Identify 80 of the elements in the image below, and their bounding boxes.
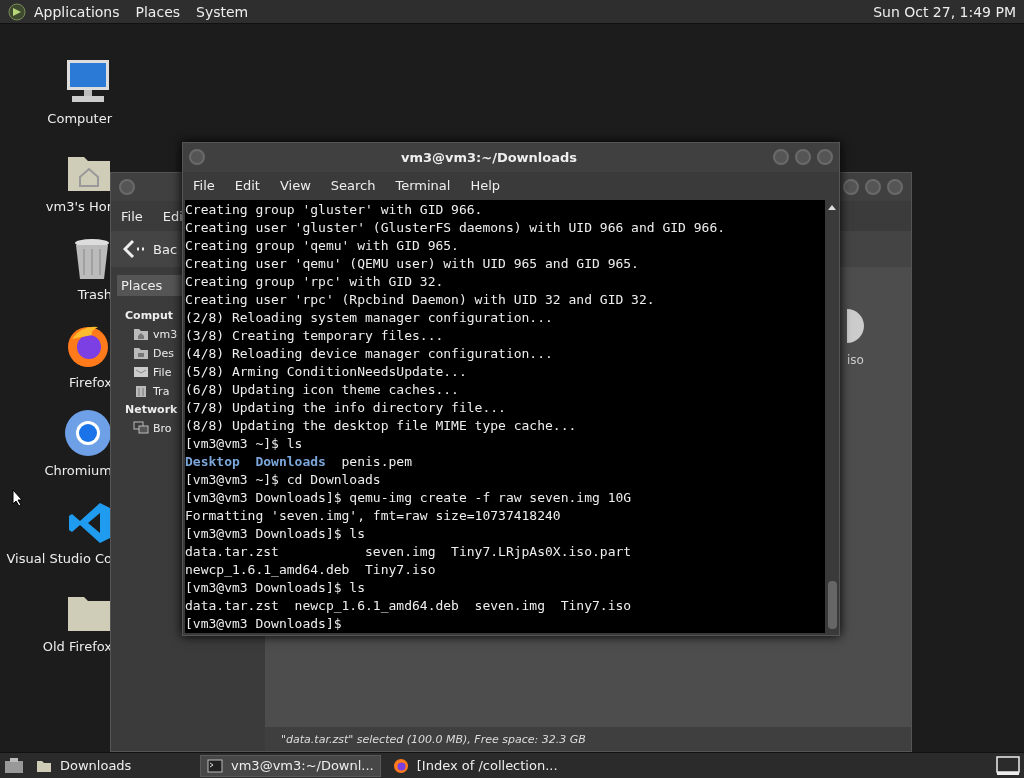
terminal-line: data.tar.zst seven.img Tiny7.LRjpAs0X.iso.part xyxy=(185,543,632,561)
terminal-icon xyxy=(207,758,223,773)
terminal-line: (6/8) Updating icon theme caches... xyxy=(185,381,459,399)
terminal-line: Creating group 'gluster' with GID 966. xyxy=(185,201,483,219)
folder-icon xyxy=(36,758,52,773)
menu-item[interactable]: View xyxy=(279,178,311,194)
menu-item[interactable]: File xyxy=(121,208,143,224)
desktop-icon-label[interactable]: vm3's Hor xyxy=(45,199,112,214)
scrollbar[interactable] xyxy=(825,200,839,633)
mouse-pointer-icon xyxy=(12,489,23,507)
file-name[interactable]: iso xyxy=(847,353,864,367)
terminal-line: data.tar.zst newcp_1.6.1_amd64.deb seven.img Tiny7.iso xyxy=(185,597,632,615)
window-title: vm3@vm3:~/Downloads xyxy=(399,149,579,165)
terminal-line: (3/8) Creating temporary files... xyxy=(185,327,444,345)
sidebar-item[interactable]: Des xyxy=(153,346,174,360)
clock[interactable]: Sun Oct 27, 1:49 PM xyxy=(873,3,1016,20)
menu-item[interactable]: Edit xyxy=(234,178,260,194)
desktop-icon-label[interactable]: Computer xyxy=(47,111,112,126)
terminal-line: Creating user 'gluster' (GlusterFS daemons) with UID 966 and GID 966. xyxy=(185,219,726,237)
terminal-line: [vm3@vm3 Downloads]$ xyxy=(185,615,342,633)
menu-item[interactable]: Help xyxy=(470,178,501,194)
terminal-line: Creating group 'qemu' with GID 965. xyxy=(185,237,459,255)
panel-menu[interactable]: Places xyxy=(135,3,181,20)
home-folder-icon xyxy=(133,327,149,341)
terminal-text: penis.pem xyxy=(341,453,412,471)
taskbar-button[interactable]: Downloads xyxy=(30,754,194,777)
menu-item[interactable]: Edi xyxy=(162,208,183,224)
circle-logo-icon[interactable] xyxy=(64,409,112,457)
disc-file-icon[interactable] xyxy=(847,309,867,343)
sidebar-item[interactable]: Tra xyxy=(153,384,170,398)
sidebar-item[interactable]: File xyxy=(153,365,172,379)
back-button[interactable]: Bac xyxy=(153,241,178,257)
panel-menu[interactable]: System xyxy=(196,3,249,20)
terminal-line: [vm3@vm3 ~]$ cd Downloads xyxy=(185,471,381,489)
terminal-line: (8/8) Updating the desktop file MIME type cache... xyxy=(185,417,577,435)
terminal-line: (4/8) Reloading device manager configuration... xyxy=(185,345,553,363)
taskbar-button[interactable]: vm3@vm3:~/Downl... xyxy=(200,754,381,777)
terminal-line: Creating user 'rpc' (Rpcbind Daemon) with UID 32 and GID 32. xyxy=(185,291,655,309)
terminal-line: (7/8) Updating the info directory file... xyxy=(185,399,506,417)
trash-icon xyxy=(133,384,149,398)
sidebar-item[interactable]: vm3 xyxy=(153,327,178,341)
monitor-icon[interactable] xyxy=(64,57,112,105)
window-button[interactable] xyxy=(843,179,859,195)
terminal-text: Downloads xyxy=(255,453,326,471)
scrollbar-thumb[interactable] xyxy=(827,581,837,629)
terminal-line: (2/8) Reloading system manager configuration... xyxy=(185,309,553,327)
logo-icon[interactable] xyxy=(8,2,26,21)
terminal-line: [vm3@vm3 ~]$ ls xyxy=(185,435,303,453)
terminal-line: Creating group 'rpc' with GID 32. xyxy=(185,273,444,291)
monitor-icon[interactable] xyxy=(996,755,1020,776)
menu-item[interactable]: Search xyxy=(330,178,376,194)
terminal-line: (5/8) Arming ConditionNeedsUpdate... xyxy=(185,363,467,381)
terminal-line: [vm3@vm3 Downloads]$ qemu-img create -f raw seven.img 10G xyxy=(185,489,632,507)
places-dropdown[interactable]: Places xyxy=(117,275,185,296)
back-arrow-icon[interactable] xyxy=(123,239,145,259)
show-desktop-icon[interactable] xyxy=(4,756,24,775)
menu-item[interactable]: File xyxy=(193,178,215,194)
ribbon-logo-icon[interactable] xyxy=(68,501,112,545)
trash-icon[interactable] xyxy=(72,237,112,281)
terminal-line: [vm3@vm3 Downloads]$ ls xyxy=(185,579,365,597)
sidebar-heading: Comput xyxy=(125,309,174,322)
desktop-icon-label[interactable]: Old Firefox xyxy=(42,639,112,654)
desktop-icon-label[interactable]: Firefox xyxy=(68,375,112,390)
terminal-line: Creating user 'qemu' (QEMU user) with UID 965 and GID 965. xyxy=(185,255,639,273)
network-icon xyxy=(133,421,149,435)
taskbar-button[interactable]: [Index of /collection... xyxy=(386,754,564,777)
desktop-icon-label[interactable]: Chromium xyxy=(44,463,112,478)
terminal-line: [vm3@vm3 Downloads]$ ls xyxy=(185,525,365,543)
sidebar-item[interactable]: Bro xyxy=(153,421,172,435)
terminal-line: newcp_1.6.1_amd64.deb Tiny7.iso xyxy=(185,561,436,579)
sidebar-heading: Network xyxy=(125,403,178,416)
terminal-line: Formatting 'seven.img', fmt=raw size=10737418240 xyxy=(185,507,561,525)
terminal-text: Desktop xyxy=(185,453,240,471)
menu-item[interactable]: Terminal xyxy=(395,178,451,194)
drive-icon xyxy=(133,365,149,379)
up-arrow-icon[interactable] xyxy=(827,204,837,211)
globe-logo-icon xyxy=(392,757,409,774)
folder-icon xyxy=(133,346,149,360)
status-text: "data.tar.zst" selected (100.0 MB), Free space: 32.3 GB xyxy=(281,732,586,746)
panel-menu[interactable]: Applications xyxy=(34,3,120,20)
